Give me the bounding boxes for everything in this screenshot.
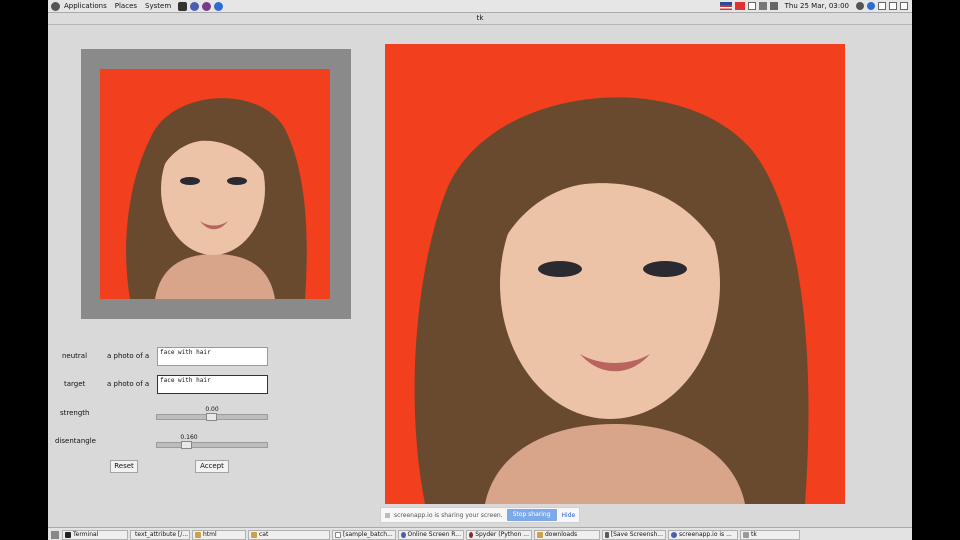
- reset-button[interactable]: Reset: [110, 460, 138, 473]
- strength-label: strength: [60, 409, 90, 417]
- taskbar-item[interactable]: Terminal: [62, 529, 128, 540]
- window-close-icon[interactable]: [900, 2, 908, 10]
- terminal-launcher-icon[interactable]: [178, 1, 188, 11]
- stop-sharing-button[interactable]: Stop sharing: [506, 509, 557, 521]
- flag-icon[interactable]: [734, 2, 745, 10]
- taskbar-item[interactable]: screenapp.io is ...: [668, 529, 738, 540]
- tk-window-icon: [743, 531, 749, 538]
- help-tray-icon[interactable]: [867, 2, 875, 10]
- volume-icon[interactable]: [769, 2, 778, 10]
- gnome-foot-icon[interactable]: [51, 1, 60, 11]
- neutral-text-input[interactable]: face with hair: [157, 347, 268, 366]
- firefox-launcher-icon[interactable]: [190, 1, 200, 11]
- hide-banner-link[interactable]: Hide: [562, 512, 576, 519]
- camera-icon: [605, 531, 609, 538]
- taskbar-item[interactable]: Spyder (Python ...: [466, 529, 532, 540]
- taskbar-item[interactable]: downloads: [534, 529, 600, 540]
- help-launcher-icon[interactable]: [214, 1, 224, 11]
- accept-button[interactable]: Accept: [195, 460, 229, 473]
- share-banner-text: screenapp.io is sharing your screen.: [394, 511, 503, 519]
- top-panel: Applications Places System Thu 25 Mar, 0…: [48, 0, 912, 13]
- taskbar-item[interactable]: [Save Screensh...: [602, 529, 666, 540]
- source-image-frame: [81, 49, 351, 319]
- strength-value: 0.00: [205, 406, 219, 413]
- taskbar-item[interactable]: [sample_batch...: [332, 529, 396, 540]
- folder-icon: [251, 531, 257, 538]
- window-title-bar[interactable]: tk: [48, 13, 912, 25]
- target-label: target: [64, 380, 86, 388]
- taskbar-item[interactable]: cat: [248, 529, 330, 540]
- bottom-taskbar: Terminal text_attribute [/... html cat […: [48, 527, 912, 540]
- menu-places[interactable]: Places: [111, 2, 141, 10]
- disentangle-slider-thumb[interactable]: [181, 441, 192, 449]
- tk-app-window: neutral a photo of a face with hair targ…: [48, 25, 912, 525]
- power-icon[interactable]: [856, 2, 864, 10]
- strength-slider-thumb[interactable]: [206, 413, 217, 421]
- terminal-icon: [65, 531, 71, 538]
- browser-icon: [671, 531, 677, 538]
- thunderbird-launcher-icon[interactable]: [202, 1, 212, 11]
- window-title: tk: [476, 14, 484, 22]
- screen-share-banner: screenapp.io is sharing your screen. Sto…: [380, 507, 580, 523]
- taskbar-item[interactable]: Online Screen R...: [398, 529, 464, 540]
- window-minimize-icon[interactable]: [878, 2, 886, 10]
- menu-applications[interactable]: Applications: [60, 2, 111, 10]
- us-flag-icon[interactable]: [719, 2, 732, 10]
- network-icon[interactable]: [758, 2, 767, 10]
- taskbar-item[interactable]: html: [192, 529, 246, 540]
- window-restore-icon[interactable]: [889, 2, 897, 10]
- folder-icon: [537, 531, 543, 538]
- mail-icon[interactable]: [747, 2, 756, 10]
- disentangle-slider-track[interactable]: [156, 442, 268, 448]
- disentangle-value: 0.160: [180, 434, 198, 441]
- neutral-label: neutral: [62, 352, 88, 360]
- spyder-icon: [469, 531, 474, 538]
- result-face-photo: [385, 44, 845, 504]
- target-text-input[interactable]: face with hair: [157, 375, 268, 394]
- folder-icon: [195, 531, 201, 538]
- taskbar-item[interactable]: tk: [740, 529, 800, 540]
- target-prefix: a photo of a: [107, 380, 150, 388]
- show-desktop-icon[interactable]: [51, 530, 59, 539]
- clock[interactable]: Thu 25 Mar, 03:00: [781, 2, 853, 10]
- share-status-icon: [385, 512, 390, 518]
- neutral-prefix: a photo of a: [107, 352, 150, 360]
- disentangle-label: disentangle: [55, 437, 96, 445]
- browser-icon: [401, 531, 406, 538]
- desktop-screen: Applications Places System Thu 25 Mar, 0…: [48, 0, 912, 540]
- taskbar-item[interactable]: text_attribute [/...: [130, 529, 190, 540]
- menu-system[interactable]: System: [141, 2, 175, 10]
- document-icon: [335, 531, 341, 538]
- system-tray: Thu 25 Mar, 03:00: [719, 2, 912, 10]
- source-face-photo: [100, 69, 330, 299]
